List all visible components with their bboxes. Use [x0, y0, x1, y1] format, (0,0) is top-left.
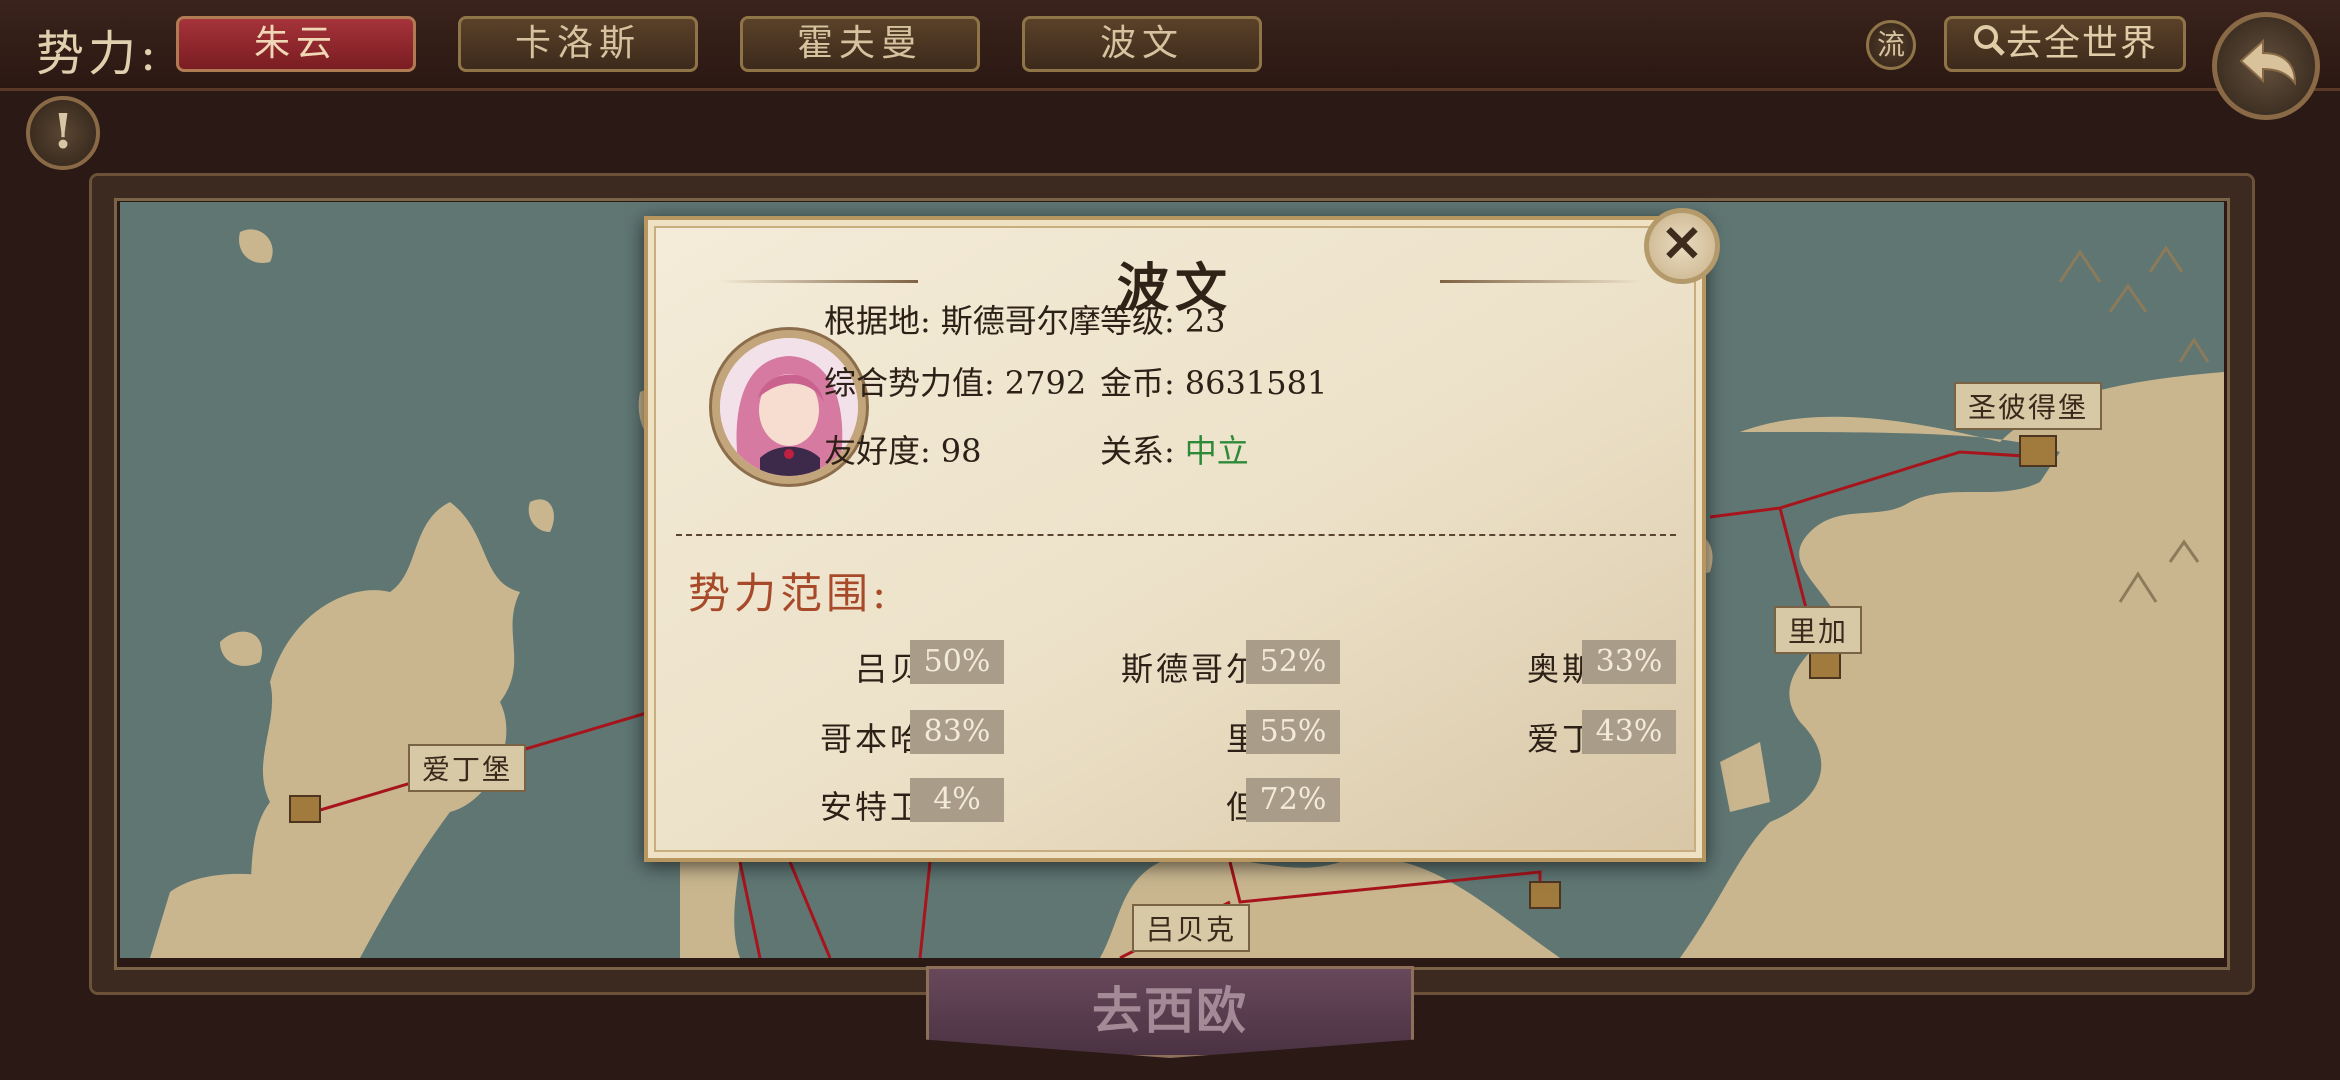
friendship-value: 98 — [940, 432, 982, 470]
go-western-europe-button[interactable]: 去西欧 — [926, 966, 1414, 1058]
power-value: 2792 — [1004, 364, 1087, 402]
place-label-lubeck[interactable]: 吕贝克 — [1132, 904, 1251, 952]
faction-label: 势力: — [36, 26, 161, 82]
info-divider — [676, 534, 1676, 536]
back-button[interactable] — [2212, 12, 2320, 120]
influence-section-title: 势力范围: — [688, 569, 891, 618]
region-percent: 4% — [910, 778, 1004, 822]
base-value: 斯德哥尔摩 — [940, 302, 1101, 340]
region-percent: 72% — [1246, 778, 1340, 822]
faction-tab-bowen[interactable]: 波文 — [1022, 16, 1262, 72]
go-world-label: 去全世界 — [2005, 23, 2158, 64]
faction-tab-zhuyun[interactable]: 朱云 — [176, 16, 416, 72]
relation-label: 关系: — [1100, 432, 1175, 470]
place-label-st-petersburg[interactable]: 圣彼得堡 — [1954, 382, 2103, 430]
top-bar: 势力: 朱云 卡洛斯 霍夫曼 波文 流 去全世界 — [0, 0, 2340, 120]
place-label-riga[interactable]: 里加 — [1774, 606, 1863, 654]
power-label: 综合势力值: — [824, 364, 995, 402]
relation-info: 关系: 中立 — [1100, 426, 1249, 472]
flow-button[interactable]: 流 — [1866, 20, 1916, 70]
region-percent: 83% — [910, 710, 1004, 754]
region-percent: 50% — [910, 640, 1004, 684]
level-value: 23 — [1184, 302, 1226, 340]
go-world-button[interactable]: 去全世界 — [1944, 16, 2186, 72]
relation-value: 中立 — [1184, 432, 1249, 470]
friendship-label: 友好度: — [824, 432, 931, 470]
gold-value: 8631581 — [1184, 364, 1328, 402]
exclamation-icon: ! — [52, 104, 74, 160]
place-label-edinburgh[interactable]: 爱丁堡 — [408, 744, 527, 792]
close-icon: ✕ — [1661, 214, 1703, 273]
search-icon — [1972, 21, 2006, 71]
region-percent: 33% — [1582, 640, 1676, 684]
level-info: 等级: 23 — [1100, 296, 1226, 342]
gold-info: 金币: 8631581 — [1100, 358, 1327, 404]
base-label: 根据地: — [824, 302, 931, 340]
power-info: 综合势力值: 2792 — [824, 358, 1086, 404]
region-percent: 55% — [1246, 710, 1340, 754]
base-info: 根据地: 斯德哥尔摩 — [824, 296, 1101, 342]
region-percent: 52% — [1246, 640, 1340, 684]
faction-info-panel: 波文 根据地: 斯德哥尔摩 等级: 23 综合势力值: 2792 金币: 8631581… — [644, 216, 1706, 862]
region-percent: 43% — [1582, 710, 1676, 754]
alert-button[interactable]: ! — [26, 96, 100, 170]
faction-tab-hoffman[interactable]: 霍夫曼 — [740, 16, 980, 72]
level-label: 等级: — [1100, 302, 1175, 340]
close-button[interactable]: ✕ — [1644, 208, 1720, 284]
gold-label: 金币: — [1100, 364, 1175, 402]
faction-tab-carlos[interactable]: 卡洛斯 — [458, 16, 698, 72]
friendship-info: 友好度: 98 — [824, 426, 982, 472]
